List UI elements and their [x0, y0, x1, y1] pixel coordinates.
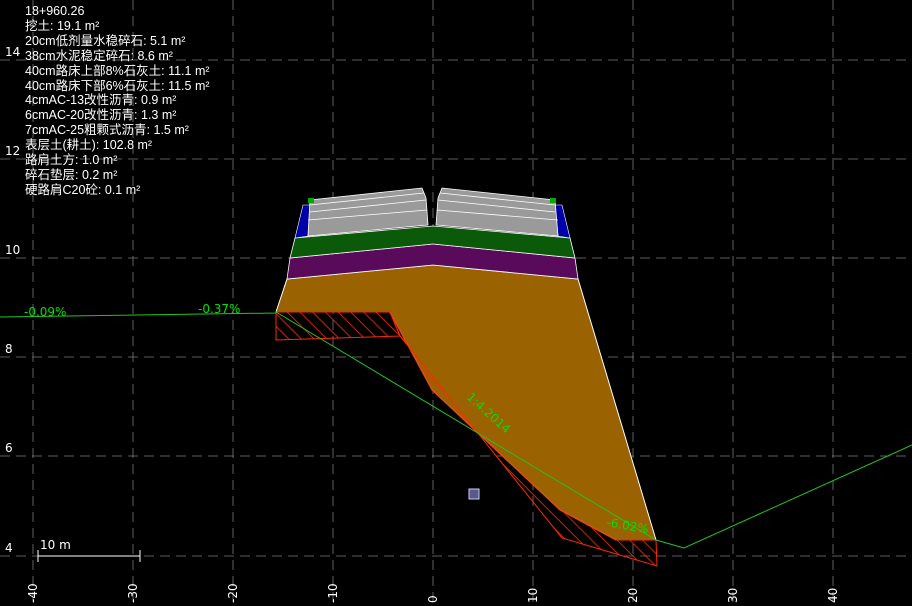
- x-tick-label: -30: [126, 583, 140, 603]
- legend-item: 38cm水泥稳定碎石: 8.6 m²: [25, 48, 173, 63]
- x-tick-label: 20: [626, 588, 640, 603]
- ground-left-inner-label: -0.37%: [198, 302, 240, 316]
- scale-bar-label: 10 m: [40, 538, 71, 552]
- x-tick-label: 30: [726, 588, 740, 603]
- y-axis-labels: 14 12 10 8 6 4: [5, 45, 20, 555]
- x-tick-label: -10: [326, 583, 340, 603]
- x-tick-label: 0: [426, 595, 440, 603]
- y-tick-label: 6: [5, 441, 13, 455]
- legend-item: 路肩土方: 1.0 m²: [25, 153, 118, 168]
- x-tick-label: -20: [226, 583, 240, 603]
- station-label: 18+960.26: [25, 4, 85, 18]
- legend-item: 挖土: 19.1 m²: [25, 18, 100, 33]
- x-tick-label: 10: [526, 588, 540, 603]
- y-tick-label: 8: [5, 342, 13, 356]
- legend-item: 6cmAC-20改性沥青: 1.3 m²: [25, 108, 177, 123]
- scale-bar: 10 m: [37, 538, 141, 562]
- legend-item: 硬路肩C20砼: 0.1 m²: [25, 182, 141, 197]
- cut-region-left: [275, 311, 401, 341]
- ground-left-outer-label: -0.09%: [24, 305, 66, 319]
- left-edge-marker: [308, 198, 314, 203]
- x-tick-label: -40: [26, 583, 40, 603]
- legend-item: 20cm低剂量水稳碎石: 5.1 m²: [25, 33, 186, 48]
- legend-item: 40cm路床上部8%石灰土: 11.1 m²: [25, 63, 210, 78]
- legend-item: 碎石垫层: 0.2 m²: [25, 167, 118, 182]
- y-tick-label: 12: [5, 144, 20, 158]
- y-tick-label: 10: [5, 243, 20, 257]
- selection-marker[interactable]: [468, 488, 480, 500]
- legend-item: 4cmAC-13改性沥青: 0.9 m²: [25, 93, 177, 108]
- right-edge-marker: [550, 198, 556, 203]
- legend-item: 7cmAC-25粗颗式沥青: 1.5 m²: [25, 123, 189, 138]
- legend-item: 40cm路床下部6%石灰土: 11.5 m²: [25, 78, 210, 93]
- left-shoulder: [294, 204, 311, 239]
- section-legend: 18+960.26 挖土: 19.1 m² 20cm低剂量水稳碎石: 5.1 m²…: [25, 4, 210, 198]
- legend-item: 表层土(耕土): 102.8 m²: [25, 138, 153, 153]
- y-tick-label: 14: [5, 45, 20, 59]
- x-tick-label: 40: [826, 588, 840, 603]
- y-tick-label: 4: [5, 541, 13, 555]
